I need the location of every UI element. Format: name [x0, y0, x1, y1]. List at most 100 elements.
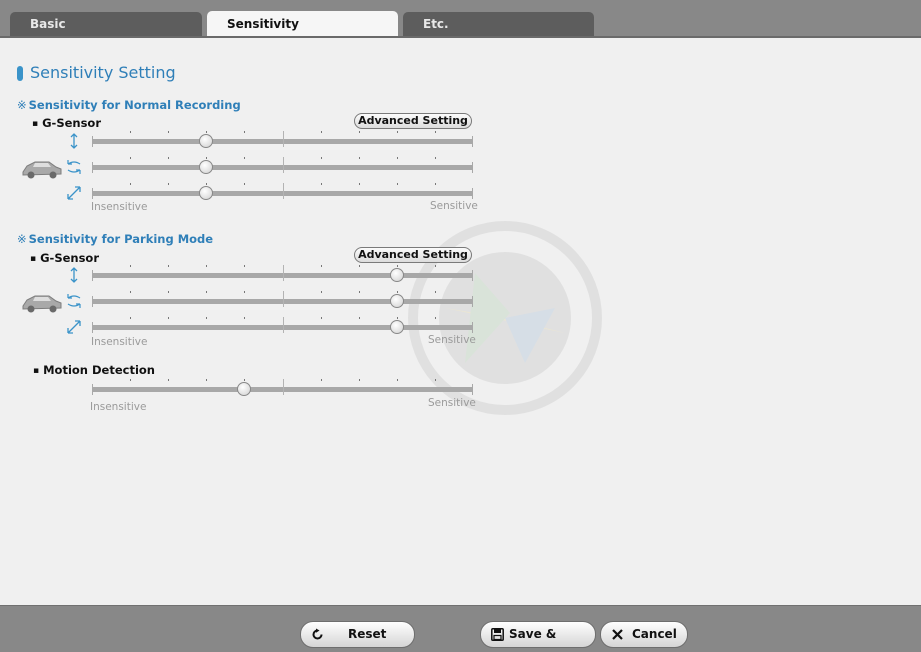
cancel-button[interactable]: Cancel [600, 621, 688, 648]
slider-tick [397, 317, 398, 319]
slider-tick [359, 379, 360, 381]
slider-tick [130, 131, 131, 133]
tab-etc[interactable]: Etc. [403, 12, 594, 37]
horizontal-axis-icon [67, 294, 81, 308]
slider-thumb[interactable] [199, 134, 213, 148]
save-close-button[interactable]: Save & Close [480, 621, 596, 648]
motion-sensitive-label: Sensitive [428, 397, 476, 409]
slider-tick [206, 317, 207, 319]
car-icon [22, 161, 62, 179]
tab-basic[interactable]: Basic [10, 12, 202, 37]
slider-tick [168, 183, 169, 185]
slider-tick [359, 183, 360, 185]
slider-tick [244, 379, 245, 381]
slider-end-edge [472, 136, 473, 147]
slider-center-tick [283, 183, 284, 199]
slider-tick [321, 379, 322, 381]
parking-mode-title-text: Sensitivity for Parking Mode [28, 232, 214, 246]
slider-tick [435, 265, 436, 267]
slider-thumb[interactable] [199, 160, 213, 174]
normal-insensitive-label: Insensitive [91, 201, 148, 213]
slider-tick [244, 157, 245, 159]
slider-tick [321, 131, 322, 133]
slider-tick [206, 265, 207, 267]
slider-end-edge [472, 270, 473, 281]
normal-recording-title-text: Sensitivity for Normal Recording [28, 98, 241, 112]
normal-vertical-sensitivity-slider[interactable] [92, 131, 473, 148]
slider-tick [321, 265, 322, 267]
slider-tick [206, 291, 207, 293]
slider-tick [359, 291, 360, 293]
slider-tick [359, 317, 360, 319]
slider-tick [244, 291, 245, 293]
slider-tick [244, 183, 245, 185]
slider-tick [130, 265, 131, 267]
diagonal-axis-icon [67, 186, 81, 200]
slider-tick [359, 131, 360, 133]
normal-horizontal-sensitivity-slider[interactable] [92, 157, 473, 174]
slider-start-edge [92, 322, 93, 333]
slider-start-edge [92, 162, 93, 173]
slider-tick [359, 265, 360, 267]
slider-center-tick [283, 291, 284, 307]
slider-center-tick [283, 131, 284, 147]
car-icon [22, 295, 62, 313]
slider-tick [321, 157, 322, 159]
slider-tick [244, 265, 245, 267]
slider-tick [206, 131, 207, 133]
slider-tick [244, 131, 245, 133]
save-icon [491, 628, 504, 641]
parking-diagonal-sensitivity-slider[interactable] [92, 317, 473, 334]
parking-horizontal-sensitivity-slider[interactable] [92, 291, 473, 308]
slider-tick [130, 157, 131, 159]
slider-tick [435, 183, 436, 185]
slider-tick [168, 265, 169, 267]
reset-button[interactable]: Reset [300, 621, 415, 648]
parking-vertical-sensitivity-slider[interactable] [92, 265, 473, 282]
close-icon [612, 629, 623, 640]
slider-center-tick [283, 157, 284, 173]
slider-center-tick [283, 265, 284, 281]
sensitivity-panel: Sensitivity Setting ※ Sensitivity for Nor… [0, 38, 921, 605]
normal-sensitive-label: Sensitive [430, 200, 478, 212]
motion-detection-sensitivity-slider[interactable] [92, 379, 473, 396]
slider-tick [397, 157, 398, 159]
slider-tick [206, 379, 207, 381]
parking-sensitive-label: Sensitive [428, 334, 476, 346]
reset-icon [312, 628, 323, 640]
slider-thumb[interactable] [199, 186, 213, 200]
slider-tick [435, 317, 436, 319]
slider-thumb[interactable] [390, 320, 404, 334]
slider-start-edge [92, 270, 93, 281]
slider-tick [435, 379, 436, 381]
reset-label: Reset [348, 627, 387, 641]
title-accent-bar [17, 66, 23, 81]
slider-tick [397, 131, 398, 133]
slider-tick [359, 157, 360, 159]
slider-thumb[interactable] [390, 268, 404, 282]
slider-tick [321, 317, 322, 319]
slider-tick [168, 379, 169, 381]
motion-detection-label: Motion Detection [33, 363, 155, 377]
tab-sensitivity[interactable]: Sensitivity [207, 11, 398, 38]
slider-tick [435, 157, 436, 159]
slider-tick [435, 291, 436, 293]
parking-advanced-setting-button[interactable]: Advanced Setting [354, 247, 472, 263]
slider-tick [321, 183, 322, 185]
normal-recording-section-title: ※ Sensitivity for Normal Recording [17, 98, 241, 112]
reference-mark-icon: ※ [17, 98, 27, 112]
parking-insensitive-label: Insensitive [91, 336, 148, 348]
slider-tick [321, 291, 322, 293]
slider-center-tick [283, 379, 284, 395]
slider-start-edge [92, 188, 93, 199]
vertical-axis-icon [70, 133, 78, 149]
slider-thumb[interactable] [390, 294, 404, 308]
normal-advanced-setting-button[interactable]: Advanced Setting [354, 113, 472, 129]
slider-thumb[interactable] [237, 382, 251, 396]
slider-tick [435, 131, 436, 133]
slider-end-edge [472, 188, 473, 199]
slider-center-tick [283, 317, 284, 333]
parking-mode-section-title: ※ Sensitivity for Parking Mode [17, 232, 213, 246]
slider-tick [130, 379, 131, 381]
normal-diagonal-sensitivity-slider[interactable] [92, 183, 473, 200]
